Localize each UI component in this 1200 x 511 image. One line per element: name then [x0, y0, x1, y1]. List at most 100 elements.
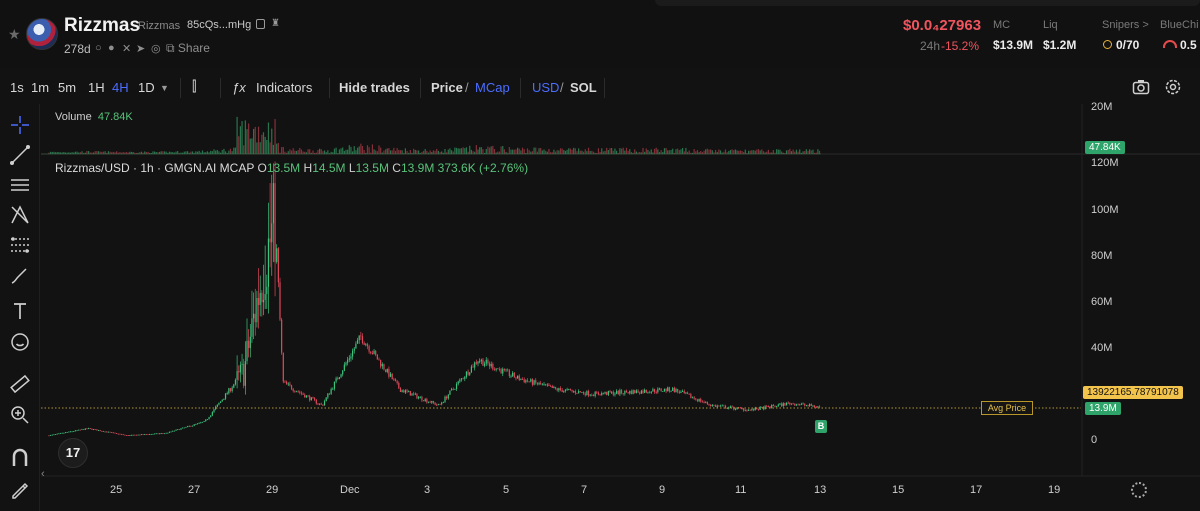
mcap-toggle[interactable]: MCap	[475, 80, 510, 95]
interval-1h[interactable]: 1H	[88, 80, 105, 95]
settings-gear-icon[interactable]	[1163, 78, 1183, 98]
candle-body	[698, 399, 700, 402]
candle-body	[309, 396, 311, 401]
volume-bar	[361, 145, 364, 154]
candle-body	[408, 391, 410, 392]
candle-body	[81, 429, 83, 431]
volume-legend: Volume 47.84K	[55, 111, 133, 123]
candle-body	[782, 403, 784, 407]
candle-body	[371, 353, 373, 354]
token-address[interactable]: 85cQs...mHg	[187, 19, 251, 31]
volume-bar	[512, 149, 514, 154]
fx-icon: ƒx	[232, 80, 246, 95]
candlestick-type-icon[interactable]: ⫿	[192, 78, 196, 95]
interval-5m[interactable]: 5m	[58, 80, 76, 95]
volume-bar	[228, 150, 230, 154]
candle-body	[76, 430, 78, 432]
candle-body	[218, 402, 220, 405]
candle-body	[262, 299, 265, 303]
buy-trade-marker[interactable]: B	[815, 420, 827, 433]
candle-body	[307, 395, 309, 397]
volume-bar	[604, 150, 606, 154]
candle-body	[772, 404, 774, 407]
candle-body	[238, 371, 240, 373]
volume-bar	[277, 143, 279, 154]
ruler-icon[interactable]	[8, 372, 32, 396]
interval-dropdown-chevron-down-icon[interactable]: ▼	[160, 83, 169, 93]
volume-bar	[583, 151, 585, 154]
token-name: Rizzmas	[64, 15, 141, 36]
candle-body	[48, 435, 50, 437]
horizontal-lines-icon[interactable]	[8, 173, 32, 197]
volume-bar	[160, 151, 162, 154]
candle-body	[55, 434, 57, 435]
volume-bar	[546, 151, 548, 154]
tradingview-logo[interactable]: 17	[58, 438, 88, 468]
candle-body	[366, 344, 369, 347]
volume-bar	[465, 147, 468, 154]
pitchfork-icon[interactable]	[8, 203, 32, 227]
copy-icon[interactable]	[256, 19, 265, 29]
candle-body	[465, 371, 468, 377]
usd-toggle[interactable]: USD	[532, 80, 559, 95]
trend-line-icon[interactable]	[8, 143, 32, 167]
x-axis-label: Dec	[340, 484, 360, 496]
interval-4h[interactable]: 4H	[112, 80, 129, 95]
scroll-left-chevron-icon[interactable]: ‹	[41, 468, 45, 480]
volume-bar	[264, 136, 266, 154]
volume-bar	[102, 151, 105, 154]
chef-icon[interactable]: ♜	[271, 18, 280, 29]
x-twitter-icon[interactable]: ✕	[122, 42, 131, 55]
candle-body	[119, 433, 121, 435]
candle-body	[545, 384, 547, 385]
sol-toggle[interactable]: SOL	[570, 80, 597, 95]
brush-icon[interactable]	[8, 263, 32, 287]
volume-bar	[251, 138, 253, 154]
volume-bar	[693, 149, 695, 154]
crosshair-icon[interactable]	[8, 113, 32, 137]
lock-drawings-icon[interactable]	[8, 477, 32, 501]
fib-retracement-icon[interactable]	[8, 233, 32, 257]
candle-body	[668, 387, 670, 392]
candle-body	[757, 409, 760, 411]
volume-bar	[130, 151, 133, 154]
candle-body	[178, 429, 180, 431]
candle-body	[388, 368, 390, 377]
interval-1s[interactable]: 1s	[10, 80, 24, 95]
website-globe-icon[interactable]: ◎	[151, 42, 161, 55]
volume-bar	[418, 150, 420, 154]
telegram-icon[interactable]: ➤	[136, 42, 145, 55]
volume-bar	[183, 151, 185, 154]
toolbar-divider	[220, 78, 221, 98]
interval-1d[interactable]: 1D	[138, 80, 155, 95]
text-tool-icon[interactable]	[8, 299, 32, 323]
candle-body	[449, 390, 451, 395]
search-icon[interactable]: ○	[95, 42, 102, 54]
copy-address-icon[interactable]: ●	[108, 42, 115, 54]
candle-body	[69, 431, 72, 433]
share-button[interactable]: ⧉ Share	[166, 41, 210, 56]
favorite-star-icon[interactable]: ★	[8, 26, 21, 43]
camera-icon[interactable]	[1131, 78, 1151, 98]
magnet-icon[interactable]	[8, 446, 32, 470]
snipers-label[interactable]: Snipers >	[1102, 19, 1149, 31]
legend-close-label: C	[392, 161, 401, 175]
candle-body	[319, 403, 321, 405]
volume-bar	[672, 148, 674, 154]
candle-body	[563, 390, 565, 392]
chart-settings-gear-icon[interactable]	[1131, 482, 1147, 498]
volume-bar	[312, 150, 314, 154]
candle-body	[804, 403, 806, 406]
price-toggle[interactable]: Price	[431, 80, 463, 95]
volume-bar	[558, 150, 560, 154]
interval-1m[interactable]: 1m	[31, 80, 49, 95]
indicators-button[interactable]: Indicators	[256, 80, 312, 95]
zoom-in-icon[interactable]	[8, 403, 32, 427]
candle-body	[378, 359, 380, 361]
hide-trades-button[interactable]: Hide trades	[339, 80, 410, 95]
candle-body	[790, 403, 793, 405]
volume-bar	[794, 151, 796, 154]
price-chart[interactable]: Volume 47.84K Rizzmas/USD · 1h · GMGN.AI…	[41, 101, 1200, 511]
emoji-icon[interactable]	[8, 330, 32, 354]
volume-bar	[503, 149, 505, 154]
